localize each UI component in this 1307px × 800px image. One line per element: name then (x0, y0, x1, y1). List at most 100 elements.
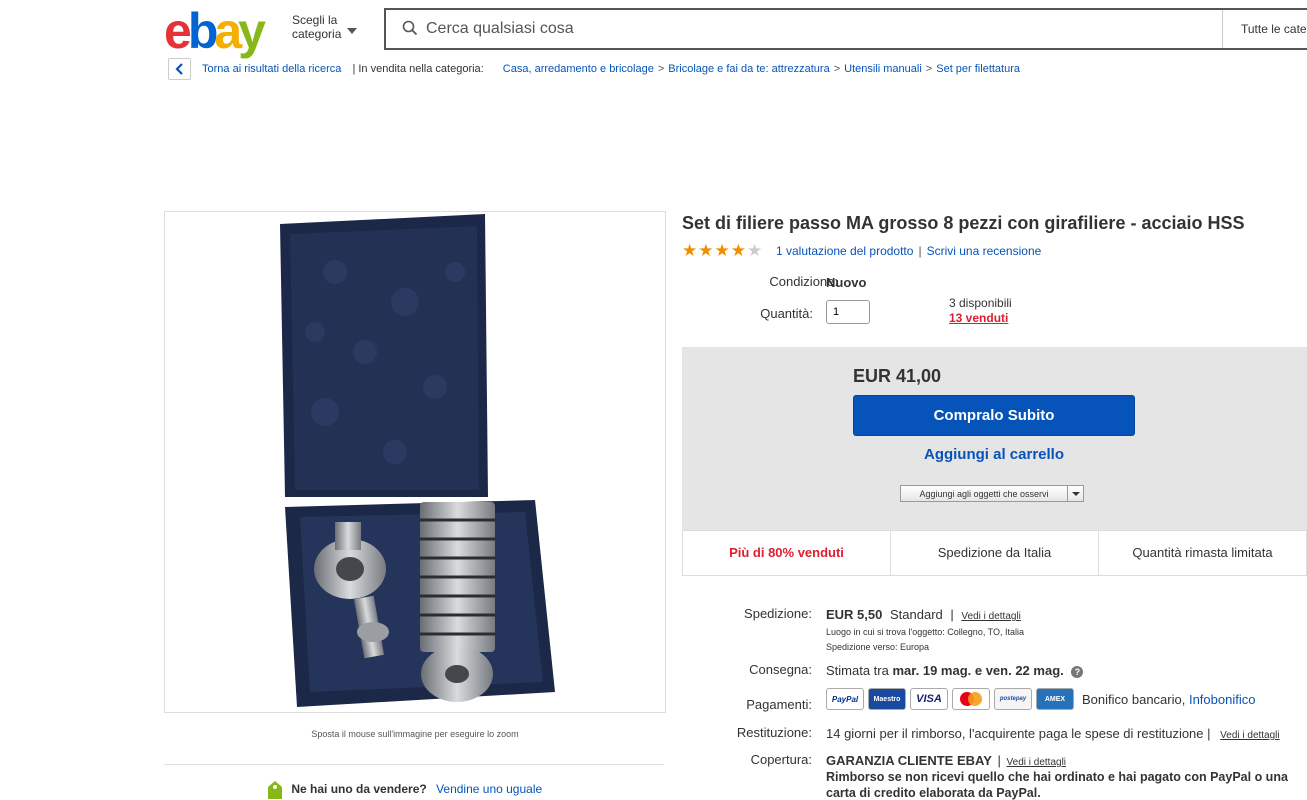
add-to-cart-button[interactable]: Aggiungi al carrello (853, 446, 1135, 463)
product-title: Set di filiere passo MA grosso 8 pezzi c… (682, 213, 1245, 233)
ebay-logo[interactable]: ebay (164, 3, 266, 59)
buy-box (682, 347, 1307, 530)
delivery-estimate: Stimata tra mar. 19 mag. e ven. 22 mag. … (826, 663, 1084, 678)
star-icon: ★ (698, 241, 715, 260)
availability: 3 disponibili 13 venduti (949, 296, 1012, 326)
breadcrumb-item-bricolage[interactable]: Bricolage e fai da te: attrezzatura (668, 63, 829, 75)
shipping-type: Standard (890, 607, 943, 622)
available-count: 3 disponibili (949, 296, 1012, 310)
rating-stars[interactable]: ★★★★★ (682, 241, 763, 261)
rating-count-link[interactable]: 1 valutazione del prodotto (776, 244, 913, 258)
badge-sold-percent: Più di 80% venduti (683, 531, 891, 575)
breadcrumb-item-utensili[interactable]: Utensili manuali (844, 63, 922, 75)
bank-transfer-label: Bonifico bancario, (1082, 691, 1186, 707)
amex-text: AMEX (1044, 695, 1066, 703)
logo-letter-a: a (214, 3, 242, 59)
back-to-results-link[interactable]: Torna ai risultati della ricerca (202, 63, 341, 75)
bank-transfer: Bonifico bancario, Infobonifico (1082, 692, 1255, 707)
category-selector-line1: Scegli la (292, 13, 338, 27)
divider (164, 764, 664, 765)
logo-letter-e: e (164, 3, 192, 59)
coverage-details-link[interactable]: Vedi i dettagli (1007, 757, 1067, 768)
coverage-line1: Rimborso se non ricevi quello che hai or… (826, 770, 1288, 784)
coverage-title: GARANZIA CLIENTE EBAY (826, 753, 992, 768)
pipe-separator: | (997, 753, 1001, 768)
payments-label: Pagamenti: (746, 697, 812, 712)
all-categories-dropdown[interactable]: Tutte le categorie (1222, 10, 1307, 48)
add-to-watchlist-button[interactable]: Aggiungi agli oggetti che osservi (900, 485, 1084, 502)
shipping-price: EUR 5,50 (826, 607, 883, 622)
price-tag-icon (268, 781, 282, 799)
coverage-label: Copertura: (750, 752, 812, 767)
breadcrumb-separator: > (657, 63, 665, 75)
breadcrumb-item-set-filettatura[interactable]: Set per filettatura (936, 63, 1020, 75)
returns-text: 14 giorni per il rimborso, l'acquirente … (826, 726, 1211, 741)
payment-methods: PayPal Maestro VISA postepay AMEX Bonifi… (826, 688, 1255, 710)
sell-question: Ne hai uno da vendere? (291, 782, 427, 797)
star-empty-icon: ★ (747, 241, 764, 260)
product-image-frame[interactable] (164, 211, 666, 713)
visa-logo-icon: VISA (910, 688, 948, 710)
condition-value: Nuovo (826, 275, 867, 290)
coverage-row: GARANZIA CLIENTE EBAY | Vedi i dettagli (826, 753, 1066, 768)
condition-label: Condizione: (769, 274, 838, 289)
delivery-dates: mar. 19 mag. e ven. 22 mag. (892, 663, 1064, 678)
chevron-down-icon[interactable] (347, 28, 357, 34)
rating-links: 1 valutazione del prodotto | Scrivi una re… (776, 244, 1041, 258)
postepay-text: postepay (999, 696, 1027, 702)
sold-count-link[interactable]: 13 venduti (949, 311, 1012, 326)
product-image (280, 214, 555, 707)
shipping-row: EUR 5,50 Standard | Vedi i dettagli (826, 607, 1021, 622)
help-icon[interactable]: ? (1071, 665, 1084, 678)
watchlist-label: Aggiungi agli oggetti che osservi (919, 489, 1049, 499)
shipping-label: Spedizione: (744, 606, 812, 621)
star-icon: ★ (682, 241, 699, 260)
badge-limited-qty: Quantità rimasta limitata (1132, 545, 1273, 560)
write-review-link[interactable]: Scrivi una recensione (927, 244, 1042, 258)
returns-details-link[interactable]: Vedi i dettagli (1220, 730, 1280, 741)
chevron-down-icon[interactable] (1067, 486, 1083, 501)
search-input[interactable]: Cerca qualsiasi cosa (426, 20, 574, 38)
star-icon: ★ (730, 241, 747, 260)
chevron-left-icon (175, 63, 183, 75)
breadcrumb-separator: > (833, 63, 841, 75)
price: EUR 41,00 (853, 366, 942, 386)
quantity-input[interactable] (826, 300, 870, 324)
pipe-separator: | (950, 607, 954, 622)
returns-label: Restituzione: (736, 725, 812, 740)
category-selector[interactable]: Scegli la categoria (292, 13, 341, 41)
sell-similar-link[interactable]: Vendine uno uguale (436, 782, 542, 796)
logo-letter-y: y (238, 3, 266, 59)
delivery-prefix: Stimata tra (826, 663, 889, 678)
mastercard-logo-icon (952, 688, 990, 710)
postepay-logo-icon: postepay (994, 688, 1032, 710)
pipe-separator: | (918, 244, 922, 258)
ships-to: Spedizione verso: Europa (826, 642, 930, 652)
delivery-label: Consegna: (749, 662, 812, 677)
buy-now-button[interactable]: Compralo Subito (853, 395, 1135, 436)
coverage-line2: carta di credito elaborata da PayPal. (826, 786, 1041, 800)
mastercard-circles-icon (960, 692, 982, 706)
highlight-badges: Più di 80% venduti Spedizione da Italia … (682, 530, 1307, 576)
back-button[interactable] (168, 58, 191, 80)
bank-transfer-info-link[interactable]: Infobonifico (1189, 692, 1256, 707)
search-icon (402, 20, 418, 36)
amex-logo-icon: AMEX (1036, 688, 1074, 710)
in-category-label: | In vendita nella categoria: (352, 63, 484, 75)
shipping-details-link[interactable]: Vedi i dettagli (961, 611, 1021, 622)
quantity-label: Quantità: (760, 306, 813, 321)
breadcrumb-separator: > (925, 63, 933, 75)
breadcrumb-item-casa[interactable]: Casa, arredamento e bricolage (503, 63, 654, 75)
paypal-logo-icon: PayPal (826, 688, 864, 710)
visa-text: VISA (916, 693, 942, 705)
returns-row: 14 giorni per il rimborso, l'acquirente … (826, 726, 1280, 741)
paypal-text: PayPal (831, 694, 859, 704)
category-selector-line2: categoria (292, 27, 342, 41)
logo-letter-b: b (187, 3, 218, 59)
maestro-logo-icon: Maestro (868, 688, 906, 710)
zoom-hint: Sposta il mouse sull'immagine per esegui… (311, 729, 519, 739)
sell-one-like-this: Ne hai uno da vendere? Vendine uno ugual… (268, 781, 542, 799)
star-icon: ★ (714, 241, 731, 260)
maestro-text: Maestro (873, 695, 901, 703)
item-location: Luogo in cui si trova l'oggetto: Collegn… (826, 627, 1025, 637)
